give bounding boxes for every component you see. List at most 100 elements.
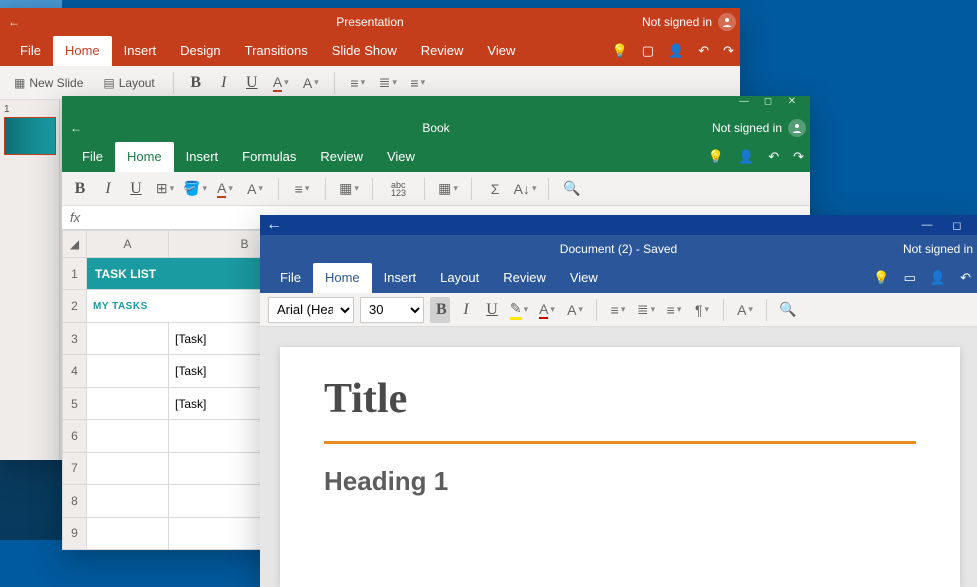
clear-format-button[interactable]: A — [564, 299, 586, 321]
row-header[interactable]: 1 — [63, 258, 87, 290]
tab-view[interactable]: View — [375, 142, 427, 172]
align-button[interactable]: ≡ — [663, 299, 685, 321]
tab-view[interactable]: View — [475, 36, 527, 66]
cell-styles-button[interactable]: ▦ — [437, 178, 459, 200]
underline-button[interactable]: U — [482, 301, 502, 319]
numbering-button[interactable]: ≣ — [377, 72, 399, 94]
underline-button[interactable]: U — [126, 180, 146, 198]
slide-thumbnail[interactable] — [4, 117, 56, 155]
tab-home[interactable]: Home — [313, 263, 372, 293]
tab-file[interactable]: File — [268, 263, 313, 293]
bold-button[interactable]: B — [430, 297, 450, 323]
tab-view[interactable]: View — [558, 263, 610, 293]
titlebar[interactable]: ← Presentation Not signed in — [0, 8, 740, 36]
undo-icon[interactable]: ↶ — [960, 270, 971, 286]
bullets-button[interactable]: ≡ — [347, 72, 369, 94]
tab-review[interactable]: Review — [409, 36, 476, 66]
bold-button[interactable]: B — [186, 74, 206, 92]
user-avatar-icon[interactable] — [718, 13, 736, 31]
find-button[interactable]: 🔍 — [777, 299, 799, 321]
row-header[interactable]: 6 — [63, 420, 87, 452]
align-button[interactable]: ≡ — [291, 178, 313, 200]
sort-button[interactable]: A↓ — [514, 178, 536, 200]
maximize-button[interactable]: ◻ — [756, 96, 780, 114]
layout-button[interactable]: ▤Layout — [97, 74, 160, 92]
signin-label[interactable]: Not signed in — [642, 15, 712, 29]
document-canvas[interactable]: Title Heading 1 — [260, 327, 977, 587]
tab-design[interactable]: Design — [168, 36, 232, 66]
close-button[interactable]: ✕ — [780, 96, 804, 114]
tab-home[interactable]: Home — [53, 36, 112, 66]
merge-button[interactable]: ▦ — [338, 178, 360, 200]
fill-color-button[interactable]: 🪣 — [184, 178, 206, 200]
autosum-button[interactable]: Σ — [484, 178, 506, 200]
row-header[interactable]: 8 — [63, 485, 87, 517]
paragraph-button[interactable]: ¶ — [691, 299, 713, 321]
font-color-button[interactable]: A — [536, 299, 558, 321]
tab-review[interactable]: Review — [491, 263, 558, 293]
borders-button[interactable]: ⊞ — [154, 178, 176, 200]
select-all-corner[interactable]: ◢ — [63, 231, 87, 258]
tab-file[interactable]: File — [70, 142, 115, 172]
read-mode-icon[interactable]: ▭ — [904, 270, 916, 286]
italic-button[interactable]: I — [214, 74, 234, 92]
tab-file[interactable]: File — [8, 36, 53, 66]
tab-review[interactable]: Review — [308, 142, 375, 172]
font-family-combo[interactable]: Arial (Head... — [268, 297, 354, 323]
row-header[interactable]: 2 — [63, 290, 87, 322]
numbering-button[interactable]: ≣ — [635, 299, 657, 321]
tab-insert[interactable]: Insert — [174, 142, 231, 172]
col-header-a[interactable]: A — [87, 231, 169, 258]
share-icon[interactable]: 👤 — [668, 43, 684, 59]
lightbulb-icon[interactable]: 💡 — [708, 149, 724, 165]
tab-formulas[interactable]: Formulas — [230, 142, 308, 172]
minimize-button[interactable]: — — [913, 219, 941, 232]
back-icon[interactable]: ← — [70, 121, 82, 135]
row-header[interactable]: 9 — [63, 517, 87, 549]
share-icon[interactable]: 👤 — [930, 270, 946, 286]
italic-button[interactable]: I — [456, 301, 476, 319]
number-format-button[interactable]: abc123 — [385, 179, 412, 199]
back-icon[interactable]: ← — [8, 15, 20, 29]
align-button[interactable]: ≡ — [407, 72, 429, 94]
highlight-button[interactable]: ✎ — [508, 299, 530, 321]
doc-heading-1[interactable]: Heading 1 — [324, 466, 916, 497]
user-avatar-icon[interactable] — [788, 119, 806, 137]
lightbulb-icon[interactable]: 💡 — [612, 43, 628, 59]
redo-icon[interactable]: ↷ — [793, 149, 804, 165]
italic-button[interactable]: I — [98, 180, 118, 198]
maximize-button[interactable]: ◻ — [943, 219, 971, 232]
redo-icon[interactable]: ↷ — [723, 43, 734, 59]
font-size-button[interactable]: A — [244, 178, 266, 200]
row-header[interactable]: 3 — [63, 322, 87, 354]
titlebar[interactable]: ← Book Not signed in — [62, 114, 810, 142]
undo-icon[interactable]: ↶ — [698, 43, 709, 59]
find-button[interactable]: 🔍 — [561, 178, 583, 200]
font-color-button[interactable]: A — [270, 72, 292, 94]
font-color-button[interactable]: A — [214, 178, 236, 200]
undo-icon[interactable]: ↶ — [768, 149, 779, 165]
row-header[interactable]: 5 — [63, 387, 87, 419]
titlebar[interactable]: Document (2) - Saved Not signed in — [260, 235, 977, 263]
bold-button[interactable]: B — [70, 180, 90, 198]
tab-insert[interactable]: Insert — [372, 263, 429, 293]
lightbulb-icon[interactable]: 💡 — [873, 270, 889, 286]
doc-title[interactable]: Title — [324, 375, 916, 423]
font-size-button[interactable]: A — [300, 72, 322, 94]
bullets-button[interactable]: ≡ — [607, 299, 629, 321]
signin-label[interactable]: Not signed in — [903, 242, 973, 256]
tab-home[interactable]: Home — [115, 142, 174, 172]
font-size-combo[interactable]: 30 — [360, 297, 424, 323]
document-page[interactable]: Title Heading 1 — [280, 347, 960, 587]
underline-button[interactable]: U — [242, 74, 262, 92]
back-icon[interactable]: ← — [266, 216, 282, 234]
row-header[interactable]: 7 — [63, 452, 87, 484]
present-icon[interactable]: ▢ — [642, 43, 654, 59]
signin-label[interactable]: Not signed in — [712, 121, 782, 135]
tab-slideshow[interactable]: Slide Show — [320, 36, 409, 66]
tab-layout[interactable]: Layout — [428, 263, 491, 293]
row-header[interactable]: 4 — [63, 355, 87, 387]
share-icon[interactable]: 👤 — [738, 149, 754, 165]
tab-transitions[interactable]: Transitions — [233, 36, 320, 66]
minimize-button[interactable]: — — [732, 96, 756, 114]
